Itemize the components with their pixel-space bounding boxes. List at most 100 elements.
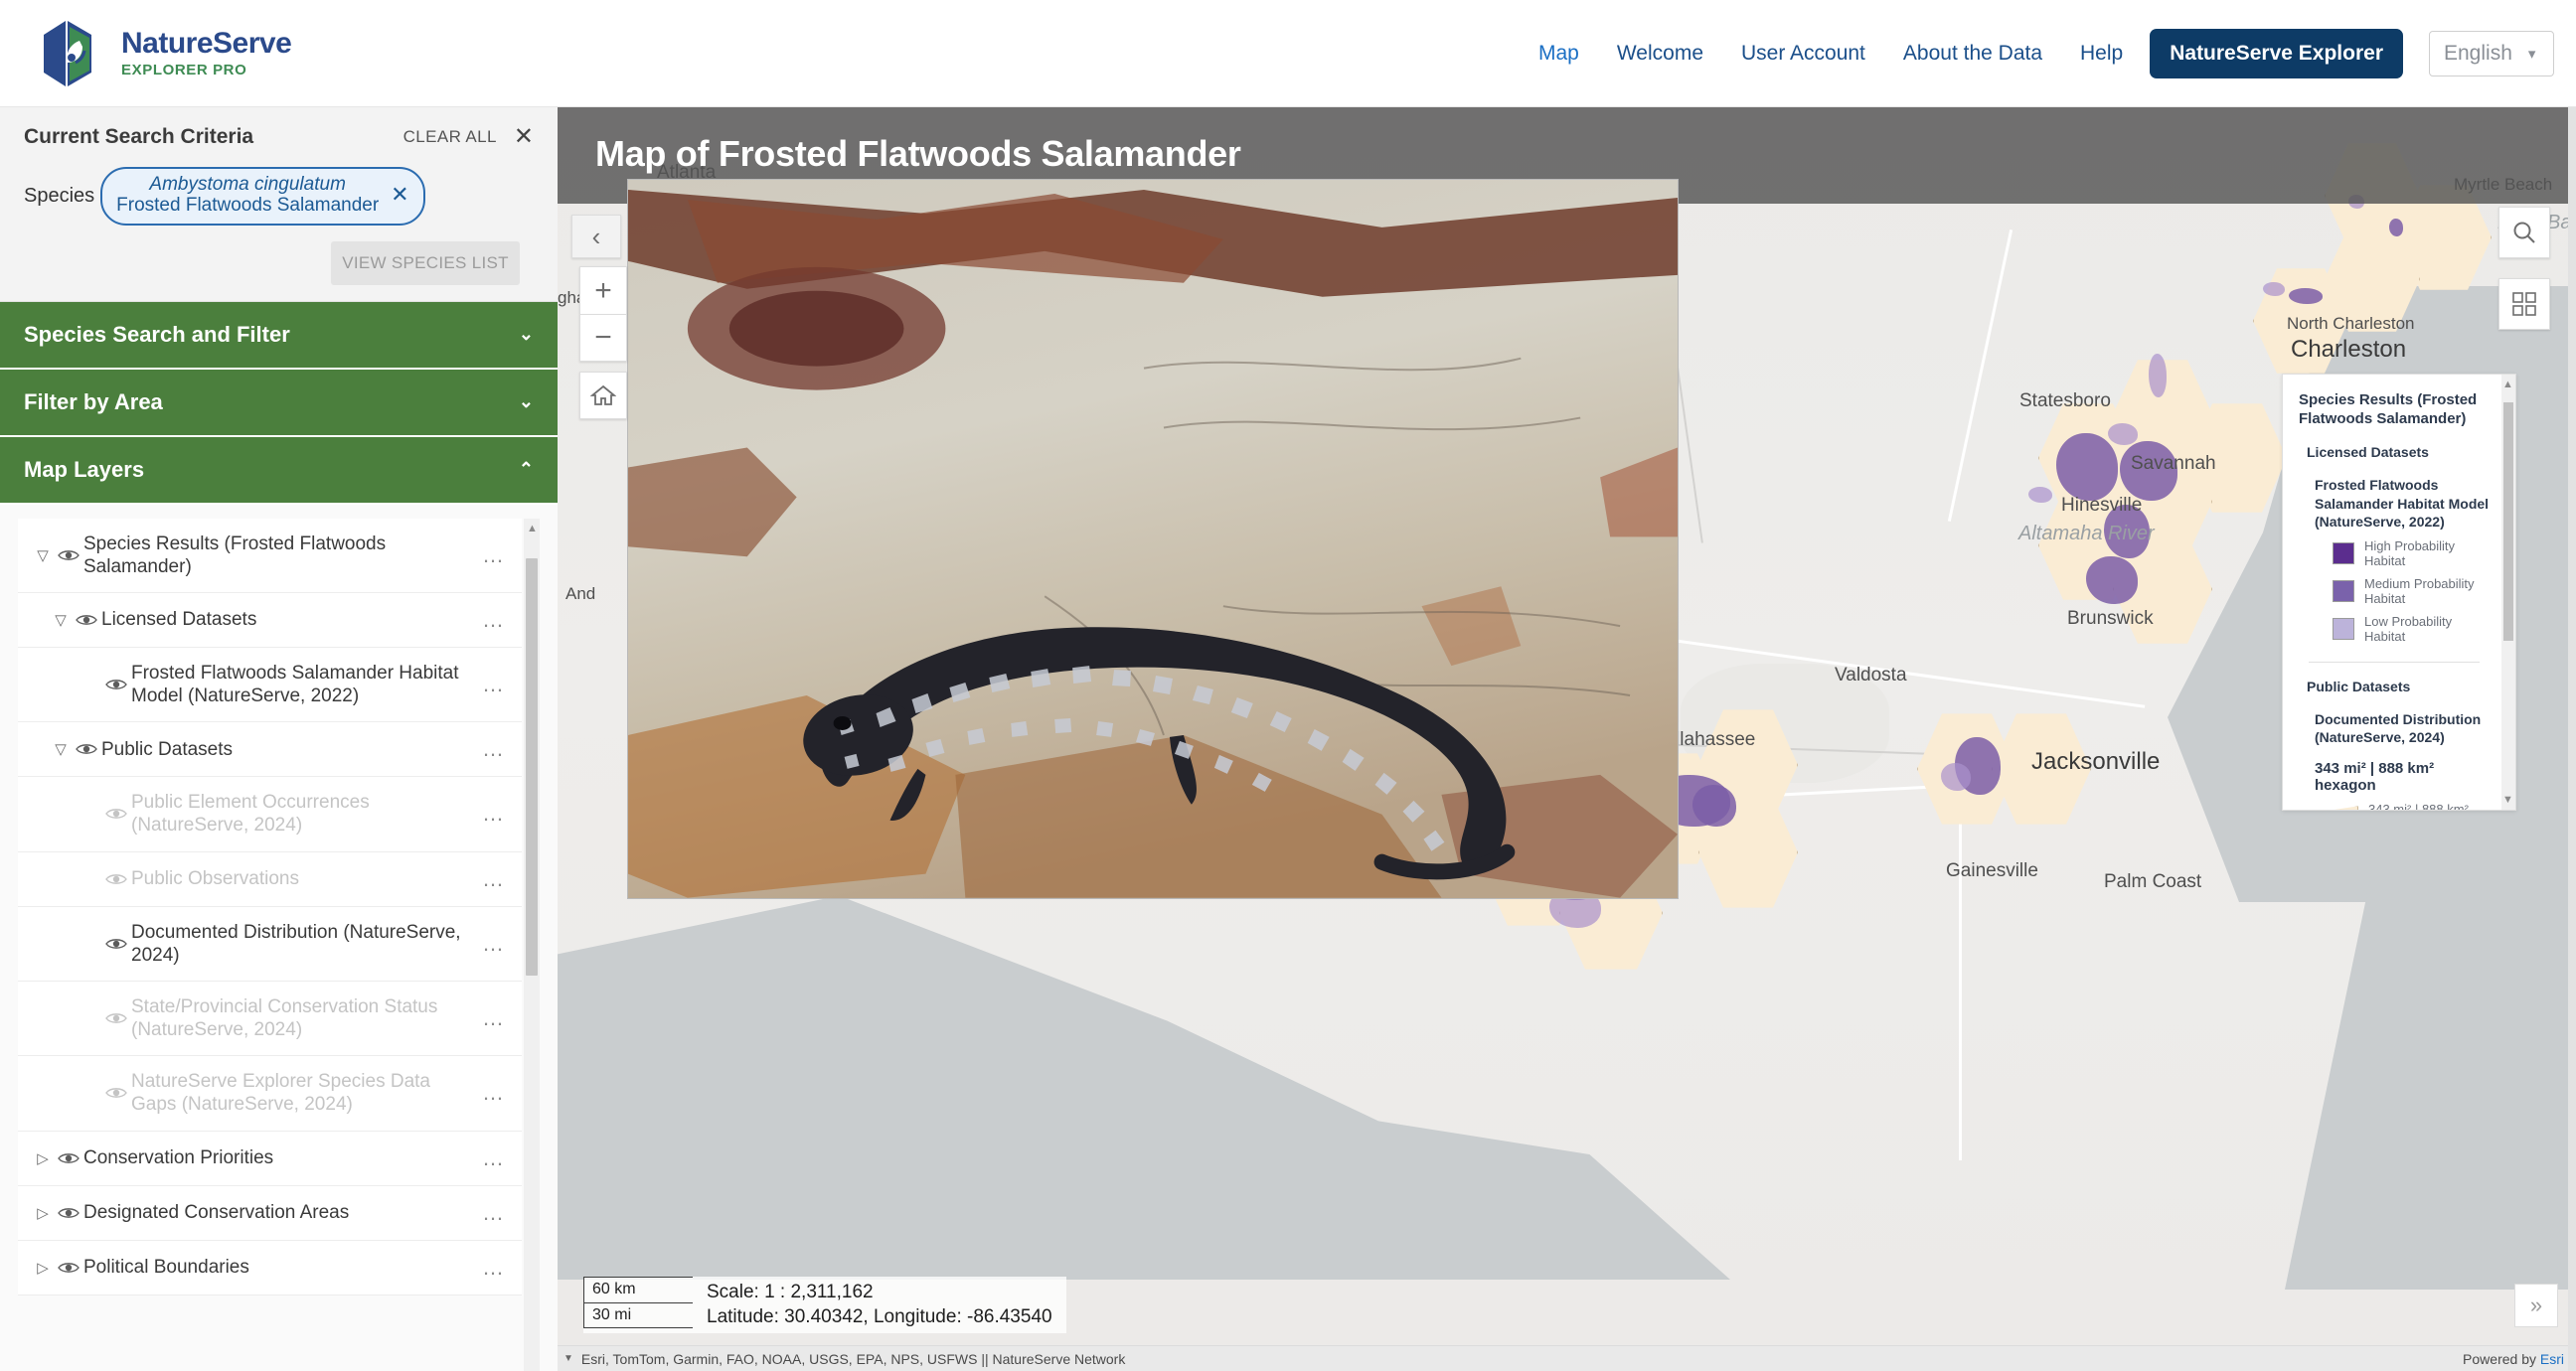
species-chip[interactable]: Ambystoma cingulatum Frosted Flatwoods S… [100, 167, 425, 226]
layer-options-menu[interactable]: … [482, 866, 506, 892]
nav-about-the-data[interactable]: About the Data [1884, 32, 2061, 76]
legend-scroll-thumb[interactable] [2503, 402, 2513, 641]
legend-swatch-row: Low Probability Habitat [2333, 614, 2490, 644]
visibility-eye-icon[interactable] [54, 548, 83, 562]
layer-options-menu[interactable]: … [482, 1200, 506, 1226]
legend-public-heading: Public Datasets [2307, 678, 2411, 694]
layer-options-menu[interactable]: … [482, 1255, 506, 1281]
layer-options-menu[interactable]: … [482, 1145, 506, 1171]
layer-options-menu[interactable]: … [482, 1005, 506, 1031]
legend-divider [2309, 661, 2480, 663]
nav-welcome[interactable]: Welcome [1598, 32, 1722, 76]
visibility-eye-icon[interactable] [101, 1086, 131, 1100]
collapse-triangle-icon[interactable]: ▽ [32, 546, 54, 564]
visibility-eye-icon[interactable] [72, 613, 101, 627]
habitat-blob [2056, 433, 2118, 501]
view-species-list-button[interactable]: VIEW SPECIES LIST [331, 240, 520, 285]
zoom-in-button[interactable]: + [579, 266, 627, 314]
layer-item[interactable]: State/Provincial Conservation Status (Na… [18, 981, 522, 1057]
map-canvas[interactable]: AtlantaAugustaMyrtle BeachLong BayNorth … [558, 107, 2576, 1371]
basemap-gallery-button[interactable] [2498, 278, 2550, 330]
logo[interactable]: NatureServe EXPLORER PRO [36, 17, 292, 90]
close-icon[interactable]: ✕ [514, 125, 534, 149]
layer-item[interactable]: ▽ Public Datasets… [18, 722, 522, 778]
visibility-eye-icon[interactable] [54, 1151, 83, 1165]
layer-item[interactable]: Frosted Flatwoods Salamander Habitat Mod… [18, 647, 522, 723]
layer-item[interactable]: NatureServe Explorer Species Data Gaps (… [18, 1056, 522, 1132]
visibility-eye-icon[interactable] [101, 872, 131, 886]
layer-item[interactable]: Public Element Occurrences (NatureServe,… [18, 777, 522, 852]
layer-label: NatureServe Explorer Species Data Gaps (… [131, 1071, 430, 1116]
legend-hexagon-line1: 343 mi² | 888 km² [2368, 802, 2469, 811]
map-place-label: And [565, 584, 596, 603]
legend-scrollbar[interactable]: ▲ ▼ [2501, 375, 2515, 810]
layer-label: Documented Distribution (NatureServe, 20… [131, 921, 461, 966]
habitat-blob [2289, 288, 2323, 304]
zoom-out-button[interactable]: − [579, 314, 627, 362]
remove-species-icon[interactable]: ✕ [391, 182, 408, 208]
map-attribution-bar: ▼ Esri, TomTom, Garmin, FAO, NOAA, USGS,… [558, 1345, 2576, 1371]
layer-options-menu[interactable]: … [482, 1080, 506, 1106]
collapse-triangle-icon[interactable]: ▽ [50, 611, 72, 629]
map-place-label: Statesboro [2019, 390, 2111, 411]
layer-item[interactable]: Public Observations… [18, 851, 522, 907]
nav-map[interactable]: Map [1520, 32, 1598, 76]
collapse-panel-button[interactable]: ‹ [571, 215, 621, 258]
search-icon [2513, 222, 2535, 243]
expand-triangle-icon[interactable]: ▷ [32, 1149, 54, 1167]
habitat-blob [2263, 282, 2285, 296]
scroll-up-icon[interactable]: ▲ [527, 523, 538, 534]
layers-scroll-thumb[interactable] [526, 557, 538, 976]
attribution-toggle-icon[interactable]: ▼ [564, 1353, 573, 1364]
map-layers-tree: ▽ Species Results (Frosted Flatwoods Sala… [18, 518, 540, 1371]
map-place-label: Altamaha River [2018, 523, 2155, 544]
clear-all-button[interactable]: CLEAR ALL [403, 127, 497, 147]
map-place-label: Savannah [2131, 453, 2216, 474]
scroll-down-icon[interactable]: ▼ [2502, 794, 2513, 806]
layer-item[interactable]: ▽ Licensed Datasets… [18, 592, 522, 648]
nav-user-account[interactable]: User Account [1722, 32, 1884, 76]
accordion-map-layers[interactable]: Map Layers ⌃ [0, 436, 558, 505]
layer-item[interactable]: ▷ Designated Conservation Areas… [18, 1185, 522, 1241]
nav-help[interactable]: Help [2061, 32, 2142, 76]
language-selector[interactable]: English ▾ [2429, 30, 2554, 76]
layer-options-menu[interactable]: … [482, 607, 506, 633]
accordion-species-search-and-filter[interactable]: Species Search and Filter ⌄ [0, 301, 558, 370]
page-scrollbar[interactable] [2568, 107, 2576, 1371]
visibility-eye-icon[interactable] [101, 807, 131, 821]
visibility-eye-icon[interactable] [101, 678, 131, 691]
expand-legend-button[interactable]: » [2514, 1284, 2558, 1327]
layer-options-menu[interactable]: … [482, 542, 506, 568]
chevron-down-icon: ▾ [2527, 45, 2536, 63]
map-search-button[interactable] [2498, 207, 2550, 258]
visibility-eye-icon[interactable] [54, 1261, 83, 1275]
scroll-up-icon[interactable]: ▲ [2502, 379, 2513, 390]
layer-options-menu[interactable]: … [482, 672, 506, 697]
natureserve-explorer-button[interactable]: NatureServe Explorer [2150, 28, 2403, 78]
visibility-eye-icon[interactable] [54, 1206, 83, 1220]
habitat-blob [2028, 487, 2052, 503]
expand-triangle-icon[interactable]: ▷ [32, 1259, 54, 1277]
layers-scrollbar[interactable]: ▲ ▼ [524, 518, 540, 1371]
visibility-eye-icon[interactable] [101, 1011, 131, 1025]
accordion-label: Filter by Area [24, 388, 163, 414]
collapse-triangle-icon[interactable]: ▽ [50, 740, 72, 758]
hexagon-swatch [2333, 806, 2358, 810]
layer-options-menu[interactable]: … [482, 801, 506, 827]
layer-options-menu[interactable]: … [482, 931, 506, 957]
home-icon [590, 384, 616, 405]
layer-item[interactable]: ▷ Political Boundaries… [18, 1240, 522, 1295]
expand-triangle-icon[interactable]: ▷ [32, 1204, 54, 1222]
home-button[interactable] [579, 372, 627, 419]
layer-item[interactable]: Documented Distribution (NatureServe, 20… [18, 906, 522, 982]
layer-options-menu[interactable]: … [482, 736, 506, 762]
left-sidebar: Current Search Criteria CLEAR ALL ✕ Spec… [0, 107, 558, 1371]
layer-item[interactable]: ▷ Conservation Priorities… [18, 1131, 522, 1186]
visibility-eye-icon[interactable] [72, 742, 101, 756]
app-header: NatureServe EXPLORER PRO Map Welcome Use… [0, 0, 2576, 107]
accordion-label: Map Layers [24, 456, 145, 482]
layer-item[interactable]: ▽ Species Results (Frosted Flatwoods Sala… [18, 518, 522, 593]
accordion-filter-by-area[interactable]: Filter by Area ⌄ [0, 369, 558, 437]
visibility-eye-icon[interactable] [101, 937, 131, 951]
attribution-text: Esri, TomTom, Garmin, FAO, NOAA, USGS, E… [580, 1350, 1126, 1367]
